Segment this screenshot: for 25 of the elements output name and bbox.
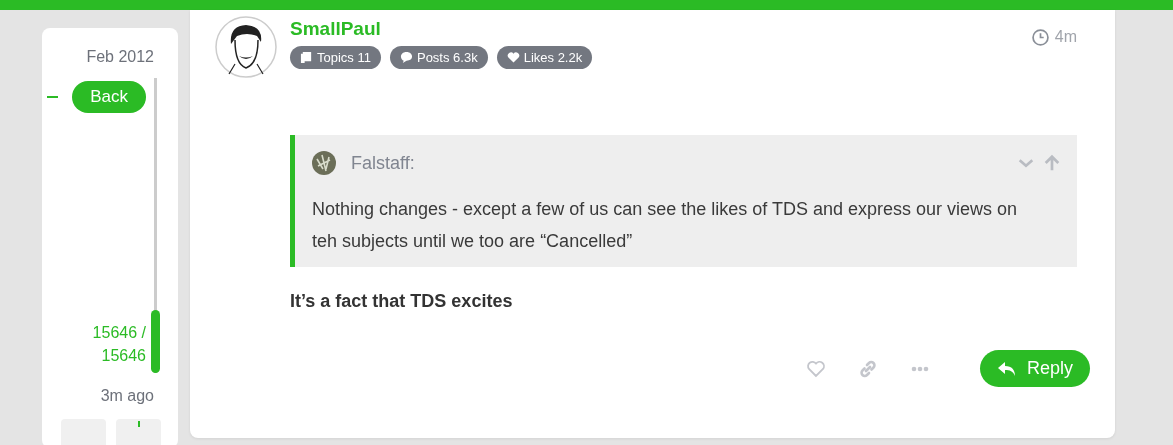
last-post-age: 3m ago: [99, 387, 155, 405]
username-link[interactable]: SmallPaul: [290, 18, 1032, 40]
stat-badge[interactable]: Topics 11: [290, 46, 381, 69]
quote-text: Nothing changes - except a few of us can see the likes of TDS and express our views on teh subjects until we too are “Cancelled”: [312, 198, 1019, 253]
post-time: 4m: [1054, 28, 1077, 46]
timeline-handle[interactable]: [151, 310, 160, 373]
timeline-track[interactable]: [154, 78, 157, 373]
arrow-up-icon[interactable]: [1043, 154, 1061, 172]
link-icon[interactable]: [857, 358, 878, 379]
minus-icon: [47, 96, 58, 98]
back-button[interactable]: Back: [72, 81, 146, 113]
heart-icon[interactable]: [805, 358, 826, 379]
post-text: It’s a fact that TDS excites: [290, 291, 514, 312]
heart-icon: [506, 51, 520, 64]
stat-badge[interactable]: Posts 6.3k: [389, 46, 488, 69]
timeline-button[interactable]: [116, 419, 161, 445]
clock-icon: [1031, 28, 1049, 46]
post-position: 15646 / 15646: [91, 323, 146, 366]
avatar-icon: [215, 16, 277, 78]
quote-author: Falstaff:: [351, 152, 416, 174]
reply-button[interactable]: Reply: [979, 350, 1090, 387]
start-date: Feb 2012: [85, 48, 155, 67]
stat-badge[interactable]: Likes 2.2k: [496, 46, 593, 69]
speech-bubble-icon: [399, 51, 413, 64]
avatar-icon: [312, 151, 336, 175]
